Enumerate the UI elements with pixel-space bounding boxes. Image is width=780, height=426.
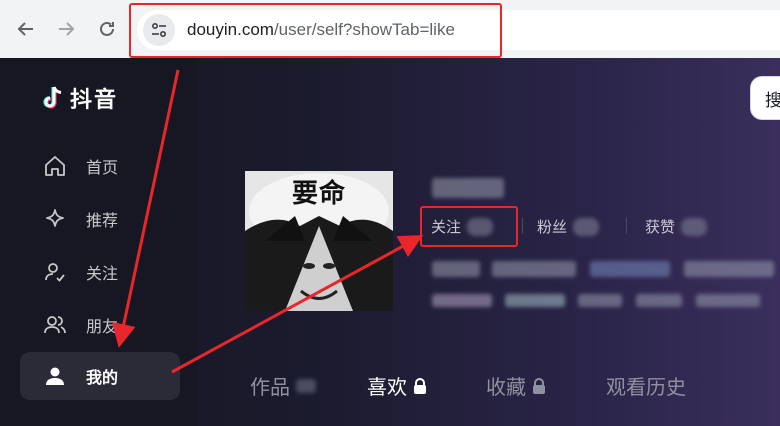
annotation-arrow-me-to-following xyxy=(171,235,424,374)
annotation-arrows xyxy=(112,69,424,374)
annotation-arrow-url-to-me xyxy=(112,69,180,348)
